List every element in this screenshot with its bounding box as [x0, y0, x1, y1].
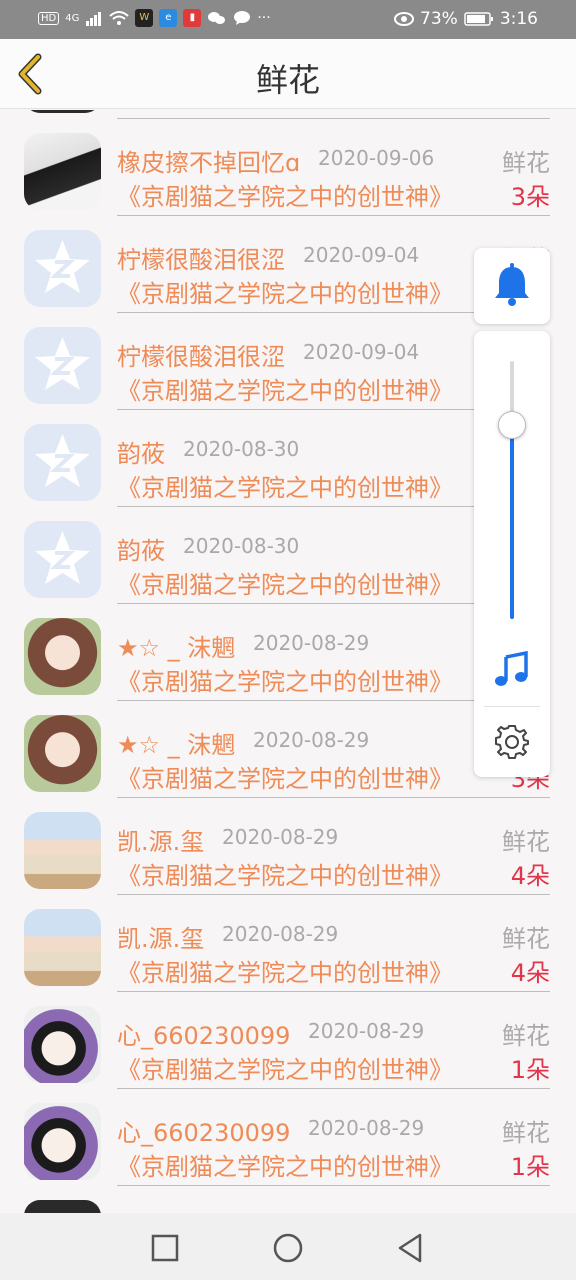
signal-icon — [86, 12, 102, 26]
gift-date: 2020-08-30 — [183, 437, 300, 461]
browser-icon: e — [159, 9, 178, 27]
reader-icon: ▮ — [183, 9, 202, 27]
sender-name: 橡皮擦不掉回忆ɑ — [117, 149, 301, 177]
status-right: 73% 3:16 — [394, 9, 538, 29]
avatar — [24, 1200, 101, 1213]
avatar[interactable] — [24, 909, 101, 986]
gift-date: 2020-09-04 — [303, 243, 420, 267]
gift-date: 2020-09-06 — [318, 146, 435, 170]
song-title: 《京剧猫之学院之中的创世神》 — [117, 668, 453, 696]
battery-icon — [464, 12, 493, 26]
gift-type-label: 鲜花 — [502, 1022, 550, 1050]
gift-date: 2020-08-29 — [222, 825, 339, 849]
gift-date: 2020-08-29 — [253, 728, 370, 752]
song-title: 《京剧猫之学院之中的创世神》 — [117, 183, 453, 211]
gift-date: 2020-08-29 — [308, 1019, 425, 1043]
flower-count: 3朵 — [510, 183, 550, 211]
gift-date: 2020-09-04 — [303, 340, 420, 364]
app-header: 鲜花 — [0, 39, 576, 109]
sender-name: 韵莜 — [117, 537, 165, 565]
gear-icon[interactable] — [494, 723, 530, 759]
gift-date: 2020-08-29 — [222, 922, 339, 946]
sender-name: 心_660230099 — [117, 1119, 291, 1147]
star-avatar-icon — [35, 434, 90, 487]
list-item[interactable]: 橡皮擦不掉回忆ɑ 2020-09-06 鲜花《京剧猫之学院之中的创世神》 3朵 — [0, 119, 576, 216]
triangle-back-icon[interactable] — [395, 1232, 425, 1264]
more-icon: ··· — [257, 10, 271, 26]
sender-name: 韵莜 — [117, 440, 165, 468]
chat-icon — [234, 11, 251, 25]
star-avatar-icon — [35, 240, 90, 293]
sender-name: ★☆ _ 沫魍 — [117, 731, 236, 759]
avatar[interactable] — [24, 618, 101, 695]
list-item[interactable]: 凯.源.玺 2020-08-29 鲜花《京剧猫之学院之中的创世神》 4朵 — [0, 798, 576, 895]
song-title: 《京剧猫之学院之中的创世神》 — [117, 280, 453, 308]
song-title: 《京剧猫之学院之中的创世神》 — [117, 862, 453, 890]
list-item[interactable]: 心_660230099 2020-08-29 鲜花《京剧猫之学院之中的创世神》 1朵 — [0, 992, 576, 1089]
wechat-icon — [208, 12, 226, 24]
star-avatar-icon — [35, 337, 90, 390]
notification-bell-button[interactable] — [474, 248, 550, 324]
gift-date: 2020-08-30 — [183, 534, 300, 558]
square-icon[interactable] — [150, 1233, 180, 1263]
avatar[interactable] — [24, 424, 101, 501]
clock: 3:16 — [499, 9, 538, 29]
status-left-icons: HD 4G W e ▮ ··· — [38, 9, 271, 27]
song-title: 《京剧猫之学院之中的创世神》 — [117, 1056, 453, 1084]
volume-slider-fill — [510, 425, 514, 619]
sender-name: 柠檬很酸泪很涩 — [117, 343, 285, 371]
avatar — [24, 110, 101, 113]
list-item-partial-top — [0, 110, 576, 119]
wifi-icon — [109, 11, 130, 25]
app-icon: W — [135, 9, 154, 27]
gift-type-label: 鲜花 — [502, 149, 550, 177]
song-title: 《京剧猫之学院之中的创世神》 — [117, 959, 453, 987]
page-title: 鲜花 — [255, 61, 320, 99]
gift-date: 2020-08-29 — [253, 631, 370, 655]
sender-name: 心_660230099 — [117, 1022, 291, 1050]
avatar[interactable] — [24, 327, 101, 404]
hd-indicator: HD — [38, 11, 60, 25]
song-title: 《京剧猫之学院之中的创世神》 — [117, 765, 453, 793]
volume-slider-thumb[interactable] — [498, 411, 526, 439]
list-item[interactable]: 凯.源.玺 2020-08-29 鲜花《京剧猫之学院之中的创世神》 4朵 — [0, 895, 576, 992]
flower-count: 1朵 — [510, 1153, 550, 1181]
avatar[interactable] — [24, 133, 101, 210]
avatar[interactable] — [24, 1006, 101, 1083]
flower-count: 1朵 — [510, 1056, 550, 1084]
network-type: 4G — [65, 12, 80, 24]
music-note-icon[interactable] — [492, 649, 532, 689]
media-control-panel — [474, 331, 550, 777]
avatar[interactable] — [24, 812, 101, 889]
battery-percent: 73% — [420, 9, 458, 29]
list-item[interactable]: 心_660230099 2020-08-29 鲜花《京剧猫之学院之中的创世神》 1朵 — [0, 1089, 576, 1186]
status-bar: HD 4G W e ▮ ··· 73% 3:16 — [0, 0, 576, 39]
sender-name: 凯.源.玺 — [117, 828, 205, 856]
flower-count: 4朵 — [510, 959, 550, 987]
avatar[interactable] — [24, 1103, 101, 1180]
song-title: 《京剧猫之学院之中的创世神》 — [117, 571, 453, 599]
panel-divider — [484, 706, 540, 707]
circle-icon[interactable] — [272, 1232, 304, 1264]
avatar[interactable] — [24, 230, 101, 307]
gift-type-label: 鲜花 — [502, 1119, 550, 1147]
song-title: 《京剧猫之学院之中的创世神》 — [117, 474, 453, 502]
gift-type-label: 鲜花 — [502, 828, 550, 856]
star-avatar-icon — [35, 531, 90, 584]
flower-count: 4朵 — [510, 862, 550, 890]
avatar[interactable] — [24, 521, 101, 598]
avatar[interactable] — [24, 715, 101, 792]
sender-name: 凯.源.玺 — [117, 925, 205, 953]
system-nav-bar — [0, 1213, 576, 1280]
song-title: 《京剧猫之学院之中的创世神》 — [117, 377, 453, 405]
song-title: 《京剧猫之学院之中的创世神》 — [117, 1153, 453, 1181]
eye-icon — [394, 12, 415, 26]
gift-type-label: 鲜花 — [502, 925, 550, 953]
list-item-partial-bottom — [0, 1186, 576, 1213]
sender-name: ★☆ _ 沫魍 — [117, 634, 236, 662]
bell-icon — [495, 263, 529, 306]
gift-date: 2020-08-29 — [308, 1116, 425, 1140]
sender-name: 柠檬很酸泪很涩 — [117, 246, 285, 274]
